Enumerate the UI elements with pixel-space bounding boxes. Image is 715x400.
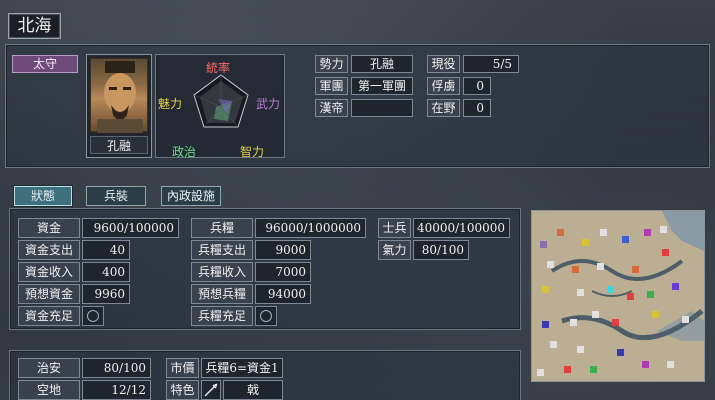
special-label: 特色 xyxy=(166,380,199,400)
force-label: 勢力 xyxy=(315,55,348,73)
land-label: 空地 xyxy=(18,380,80,400)
stat-label-politics: 政治 xyxy=(172,145,197,159)
special-value: 戟 xyxy=(223,380,283,400)
funds-income-label: 資金收入 xyxy=(18,262,80,282)
role-badge: 太守 xyxy=(12,55,78,73)
corps-value: 第一軍團 xyxy=(351,77,413,95)
land-value: 12/12 xyxy=(82,380,151,400)
food-expense-label: 兵糧支出 xyxy=(191,240,253,260)
food-value: 96000/1000000 xyxy=(255,218,366,238)
food-income-value: 7000 xyxy=(255,262,311,282)
funds-value: 9600/100000 xyxy=(82,218,179,238)
soldiers-value: 40000/100000 xyxy=(413,218,510,238)
funds-label: 資金 xyxy=(18,218,80,238)
captive-value: 0 xyxy=(463,77,491,95)
stat-label-intelligence: 智力 xyxy=(240,145,265,159)
funds-sufficient-label: 資金充足 xyxy=(18,306,80,326)
food-income-label: 兵糧收入 xyxy=(191,262,253,282)
idle-label: 在野 xyxy=(427,99,460,117)
stat-pentagon-box: 統率 魅力 武力 政治 智力 xyxy=(155,54,285,159)
food-forecast-value: 94000 xyxy=(255,284,311,304)
funds-expense-label: 資金支出 xyxy=(18,240,80,260)
order-label: 治安 xyxy=(18,358,80,378)
morale-value: 80/100 xyxy=(413,240,469,260)
active-value: 5/5 xyxy=(463,55,519,73)
emperor-value xyxy=(351,99,413,117)
funds-expense-value: 40 xyxy=(82,240,130,260)
governor-portrait[interactable]: 孔融 xyxy=(86,54,152,158)
active-label: 現役 xyxy=(427,55,460,73)
minimap[interactable] xyxy=(531,210,705,382)
funds-forecast-value: 9960 xyxy=(82,284,130,304)
market-value: 兵糧6=資金1 xyxy=(201,358,283,378)
funds-sufficient-indicator xyxy=(82,306,104,326)
food-sufficient-label: 兵糧充足 xyxy=(191,306,253,326)
food-expense-value: 9000 xyxy=(255,240,311,260)
stat-label-charisma: 魅力 xyxy=(158,97,183,111)
halberd-icon xyxy=(201,380,221,400)
food-sufficient-indicator xyxy=(255,306,277,326)
stat-label-command: 統率 xyxy=(206,61,231,75)
portrait-image xyxy=(90,58,148,133)
tab-facilities[interactable]: 內政設施 xyxy=(161,186,221,206)
force-value: 孔融 xyxy=(351,55,413,73)
corps-label: 軍團 xyxy=(315,77,348,95)
funds-income-value: 400 xyxy=(82,262,130,282)
idle-value: 0 xyxy=(463,99,491,117)
market-label: 市價 xyxy=(166,358,199,378)
morale-label: 氣力 xyxy=(378,240,411,260)
order-value: 80/100 xyxy=(82,358,151,378)
food-label: 兵糧 xyxy=(191,218,253,238)
tab-status[interactable]: 狀態 xyxy=(14,186,72,206)
governor-name: 孔融 xyxy=(90,136,148,154)
minimap-canvas xyxy=(532,211,704,381)
stat-label-war: 武力 xyxy=(256,97,281,111)
captive-label: 俘虜 xyxy=(427,77,460,95)
circle-icon xyxy=(87,310,99,322)
circle-icon xyxy=(260,310,272,322)
funds-forecast-label: 預想資金 xyxy=(18,284,80,304)
food-forecast-label: 預想兵糧 xyxy=(191,284,253,304)
tab-weapons[interactable]: 兵裝 xyxy=(86,186,146,206)
emperor-label: 漢帝 xyxy=(315,99,348,117)
soldiers-label: 士兵 xyxy=(378,218,411,238)
city-title: 北海 xyxy=(8,13,61,39)
